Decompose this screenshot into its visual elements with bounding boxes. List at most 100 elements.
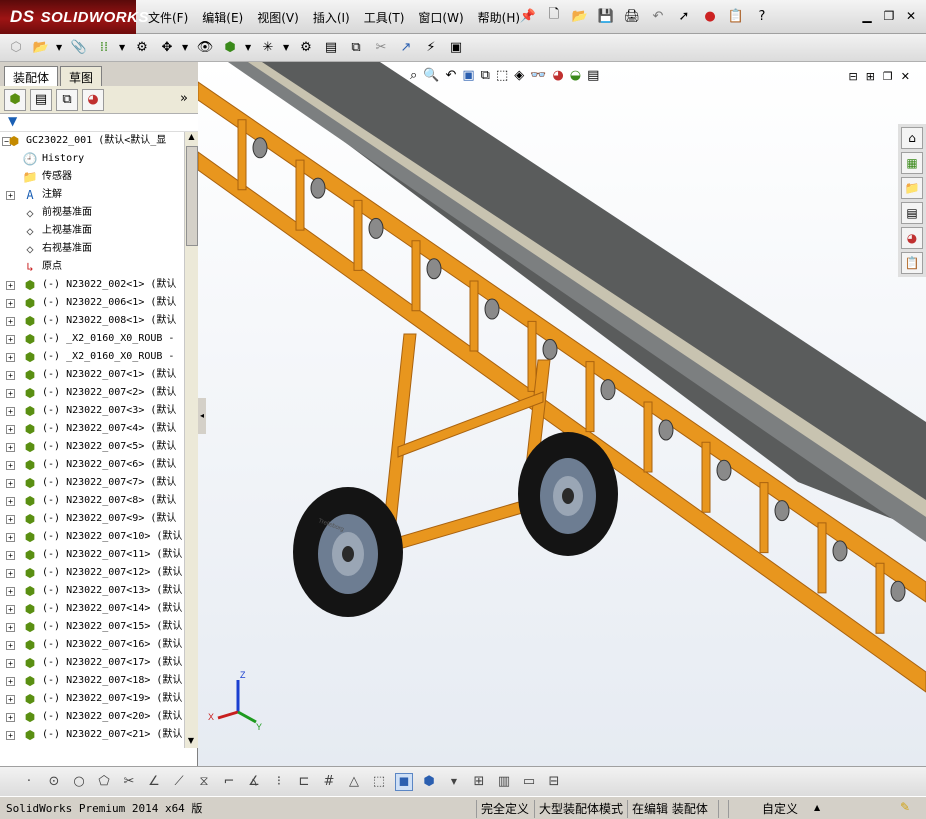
design-library-icon[interactable]: ▦ [901,152,923,174]
tree-expander-icon[interactable]: + [6,191,15,200]
tree-expander-icon[interactable]: + [6,605,15,614]
take-snapshot-icon[interactable]: ▣ [446,38,466,58]
tree-expander-icon[interactable]: + [6,461,15,470]
tree-item[interactable]: + ⬢ (-) N23022_007<6> (默认 [0,456,184,474]
tree-expander-icon[interactable]: + [6,731,15,740]
smart-fasteners-icon[interactable]: ⚙ [132,38,152,58]
new-motion-study-icon[interactable]: ⚙ [296,38,316,58]
viewport-minimize-icon[interactable]: ⊟ [848,70,857,83]
explode-line-icon[interactable]: ✂ [371,38,391,58]
tree-expander-icon[interactable]: + [6,623,15,632]
offset-icon[interactable]: ⟋ [170,773,188,791]
tree-expander-icon[interactable]: + [6,353,15,362]
view-palette-icon[interactable]: ▤ [901,202,923,224]
custom-properties-icon[interactable]: 📋 [901,252,923,274]
tree-expander-icon[interactable]: + [6,695,15,704]
viewport-maximize-icon[interactable]: ⊞ [866,70,875,83]
single-view-icon[interactable]: ▭ [520,773,538,791]
linear-pattern-icon[interactable]: ⁞⁞ [94,38,114,58]
chamfer-icon[interactable]: ∡ [245,773,263,791]
tree-item[interactable]: ◇ 右视基准面 [0,240,184,258]
display-style-icon[interactable]: ◈ [514,68,524,83]
chevron-down-icon[interactable]: ▼ [56,43,64,52]
tree-item[interactable]: + ⬢ (-) N23022_007<7> (默认 [0,474,184,492]
grid-icon[interactable]: # [320,773,338,791]
open-folder-icon[interactable]: 📂 [570,6,590,26]
tree-item[interactable]: + ⬢ (-) N23022_007<15> (默认 [0,618,184,636]
tree-expander-icon[interactable]: + [6,443,15,452]
tree-expander-icon[interactable]: + [6,569,15,578]
solidworks-logo[interactable]: DS SOLIDWORKS [0,0,148,34]
section-view-icon[interactable]: ▣ [462,68,474,83]
scroll-up-icon[interactable]: ▲ [185,132,198,144]
tree-expander-icon[interactable]: + [6,479,15,488]
tree-filter[interactable]: ▼ [0,114,198,132]
menu-view[interactable]: 视图(V) [257,9,299,26]
minimize-icon[interactable]: ▁ [858,8,876,24]
viewport-close-icon[interactable]: ✕ [901,70,910,83]
file-explorer-icon[interactable]: 📁 [901,177,923,199]
chevron-down-icon[interactable]: ▼ [283,43,291,52]
help-icon[interactable]: ? [752,6,772,26]
polygon-icon[interactable]: ⬠ [95,773,113,791]
expand-panel-icon[interactable]: » [180,91,188,106]
tree-item[interactable]: + ⬢ (-) N23022_007<12> (默认 [0,564,184,582]
angle-icon[interactable]: ∠ [145,773,163,791]
tree-expander-icon[interactable]: + [6,713,15,722]
apply-scene-icon[interactable]: ◒ [570,68,581,83]
component-icon[interactable]: ⬡ [6,38,26,58]
tree-item[interactable]: + A 注解 [0,186,184,204]
tree-expander-icon[interactable]: + [6,407,15,416]
ruler-icon[interactable]: ⊏ [295,773,313,791]
shaded-cube-icon[interactable]: ◼ [395,772,413,791]
tree-item[interactable]: + ⬢ (-) N23022_007<21> (默认 [0,726,184,744]
appearances-icon[interactable]: ◕ [901,227,923,249]
tree-item[interactable]: + ⬢ (-) N23022_007<11> (默认 [0,546,184,564]
tree-expander-icon[interactable]: + [6,371,15,380]
property-manager-icon[interactable]: ▤ [30,88,52,111]
units-custom[interactable]: 自定义 [762,800,798,817]
tab-assembly[interactable]: 装配体 [4,66,59,86]
tree-expander-icon[interactable]: + [6,389,15,398]
tree-item[interactable]: + ⬢ (-) _X2_0160_X0_ROUB - [0,330,184,348]
belt-conveyor-model[interactable]: Trelleborg Z X Y [198,62,926,766]
tree-item[interactable]: + ⬢ (-) N23022_007<3> (默认 [0,402,184,420]
tree-expander-icon[interactable]: + [6,497,15,506]
wireframe-cube-icon[interactable]: ⬚ [370,773,388,791]
tree-item[interactable]: ◇ 上视基准面 [0,222,184,240]
tree-item[interactable]: + ⬢ (-) N23022_002<1> (默认 [0,276,184,294]
units-menu-arrow[interactable]: ▲ [814,803,820,812]
tab-sketch[interactable]: 草图 [60,66,103,86]
menu-help[interactable]: 帮助(H) [478,9,520,26]
instant3d-icon[interactable]: ↗ [396,38,416,58]
hide-show-items-icon[interactable]: 👓 [530,68,546,83]
solidworks-resources-icon[interactable]: ⌂ [901,127,923,149]
menu-insert[interactable]: 插入(I) [313,9,350,26]
menu-edit[interactable]: 编辑(E) [202,9,243,26]
tree-item[interactable]: + ⬢ (-) N23022_007<16> (默认 [0,636,184,654]
chevron-down-icon[interactable]: ▼ [182,43,190,52]
display-manager-icon[interactable]: ◕ [82,88,104,111]
print-icon[interactable]: 🖨 [622,6,642,26]
tree-expander-icon[interactable]: + [6,659,15,668]
exploded-view-icon[interactable]: ⧉ [346,38,366,58]
tree-expander-icon[interactable]: + [6,335,15,344]
tree-item[interactable]: + ⬢ (-) N23022_007<13> (默认 [0,582,184,600]
tree-expander-icon[interactable]: + [6,677,15,686]
reference-geometry-icon[interactable]: ✳ [258,38,278,58]
tree-scrollbar[interactable]: ▲ ▼ [184,132,198,748]
tree-item[interactable]: + ⬢ (-) N23022_007<18> (默认 [0,672,184,690]
tree-item[interactable]: + ⬢ (-) N23022_007<5> (默认 [0,438,184,456]
tree-expander-icon[interactable]: + [6,425,15,434]
tree-item[interactable]: ◇ 前视基准面 [0,204,184,222]
tree-item[interactable]: + ⬢ (-) N23022_007<19> (默认 [0,690,184,708]
tree-item[interactable]: + ⬢ (-) N23022_007<20> (默认 [0,708,184,726]
close-icon[interactable]: ✕ [902,8,920,24]
new-document-icon[interactable]: 🗋 [544,6,564,26]
menu-file[interactable]: 文件(F) [148,9,188,26]
update-speedpak-icon[interactable]: ⚡ [421,38,441,58]
tree-expander-icon[interactable]: + [6,533,15,542]
filter-icon[interactable]: ▼ [8,114,17,128]
configuration-manager-icon[interactable]: ⧉ [56,88,78,111]
rebuild-traffic-light-icon[interactable]: ● [700,6,720,26]
